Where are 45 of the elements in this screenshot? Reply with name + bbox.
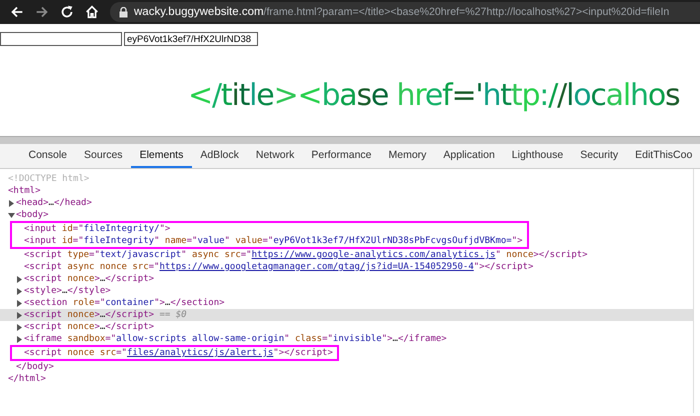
code-text: <script async nonce src=" [24,262,160,272]
text-field[interactable] [0,32,122,46]
back-icon[interactable] [9,4,25,20]
devtools-tab[interactable]: Performance [302,144,380,168]
lock-icon [119,6,128,18]
code-line: <script nonce>…</script> [24,274,154,284]
code-text: "></script> [273,348,333,358]
code-line: <script nonce>…</script> == $0 [24,310,187,320]
code-link[interactable]: files/analytics/js/alert.js [126,348,274,358]
code-line: <iframe sandbox="allow-scripts allow-same-origin" class="invisible">…</iframe> [24,334,447,344]
devtools-tab[interactable]: Elements [131,144,192,168]
forward-icon[interactable] [34,4,50,20]
code-link[interactable]: https://www.google-analytics.com/analytics.js [252,250,496,260]
code-line: <html> [8,186,41,196]
address-bar[interactable]: wacky.buggywebsite.com/frame.html?param=</title><base%20href=%27http://localhost%27><input%20id=fileIn [110,2,700,22]
home-icon[interactable] [84,4,100,20]
reload-icon[interactable] [59,4,75,20]
code-line: <input id="fileIntegrity" name="value" value="eyP6Vot1k3ef7/HfX2UlrND38sPbFcvgsOufjdVBKmo="> [24,236,523,246]
code-line: </html> [8,374,46,384]
code-text: <script nonce src=" [24,348,127,358]
code-line: <script nonce>…</script> [24,322,154,332]
page-heading: </title><base href='http://localhos [188,78,680,113]
text-field[interactable]: eyP6Vot1k3ef7/HfX2UlrND38 [124,32,258,46]
code-line: <section role="container">…</section> [24,298,225,308]
code-line: <head>…</head> [16,198,92,208]
devtools-tab[interactable]: Console [20,144,76,168]
code-line: <input id="fileIntegrity/"> [24,224,170,234]
devtools-tab[interactable]: Memory [380,144,435,168]
devtools-tab[interactable]: Application [434,144,504,168]
code-text: "></script> [474,262,534,272]
horizontal-scrollbar[interactable] [0,136,700,144]
devtools-tab[interactable]: Sources [76,144,132,168]
code-text: <script type="text/javascript" async src=" [24,250,252,260]
url-text: wacky.buggywebsite.com/frame.html?param=</title><base%20href=%27http://localhost%27><input%20id=fileIn [134,6,670,18]
devtools-tab[interactable]: EditThisCoo [626,144,700,168]
devtools-tab[interactable]: Security [572,144,627,168]
devtools-tab[interactable]: Network [247,144,303,168]
devtools-tab[interactable]: Lighthouse [503,144,572,168]
code-line: <!DOCTYPE html> [8,174,90,184]
code-line: </body> [16,362,54,372]
devtools-tab[interactable]: AdBlock [192,144,248,168]
code-text: " nonce></script> [495,250,588,260]
code-line: <style>…</style> [24,286,111,296]
code-link[interactable]: https://www.googletagmanager.com/gtag/js?id=UA-154052950-4 [159,262,474,272]
code-line: <body> [16,210,49,220]
